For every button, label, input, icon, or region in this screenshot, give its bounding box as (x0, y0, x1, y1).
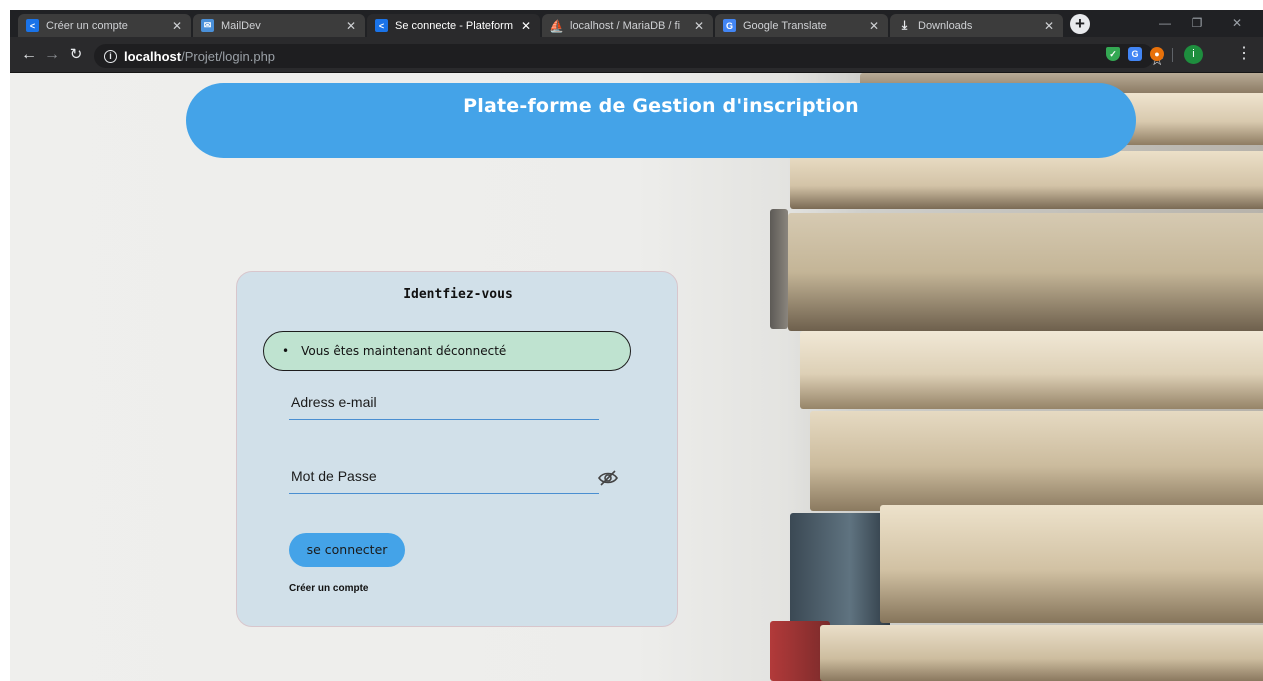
page-title: Plate-forme de Gestion d'inscription (463, 95, 859, 117)
password-label: Mot de Passe (291, 468, 377, 484)
eye-off-icon[interactable] (597, 470, 619, 486)
shield-extension-icon[interactable]: ✓ (1106, 47, 1120, 61)
restore-icon[interactable]: ❐ (1182, 10, 1212, 36)
code-icon: < (375, 19, 388, 32)
info-icon[interactable]: i (104, 49, 117, 63)
back-arrow-icon[interactable]: ← (20, 46, 38, 64)
browser-window: < Créer un compte ✕ ✉ MailDev ✕ < Se con… (10, 10, 1263, 681)
tab-se-connecte[interactable]: < Se connecte - Plateform ✕ (367, 14, 540, 37)
phpmyadmin-icon: ⛵ (549, 18, 564, 33)
url-path: /Projet/login.php (181, 48, 276, 64)
fox-extension-icon[interactable]: ● (1150, 47, 1164, 61)
login-button[interactable]: se connecter (289, 533, 405, 567)
close-window-icon[interactable]: ✕ (1222, 10, 1252, 36)
close-icon[interactable]: ✕ (520, 19, 532, 33)
email-label: Adress e-mail (291, 394, 377, 410)
tab-phpmyadmin[interactable]: ⛵ localhost / MariaDB / fi ✕ (542, 14, 713, 37)
close-icon[interactable]: ✕ (1043, 19, 1055, 33)
close-icon[interactable]: ✕ (171, 19, 183, 33)
tab-title: localhost / MariaDB / fi (570, 19, 681, 32)
tab-google-translate[interactable]: G Google Translate ✕ (715, 14, 888, 37)
address-bar[interactable]: i localhost/Projet/login.php ☆ (94, 44, 1164, 69)
tab-title: Downloads (918, 19, 973, 32)
download-icon: ⤓ (901, 18, 908, 32)
code-icon: < (26, 19, 39, 32)
tab-maildev[interactable]: ✉ MailDev ✕ (193, 14, 365, 37)
create-account-link[interactable]: Créer un compte (289, 583, 368, 594)
tab-title: Créer un compte (46, 19, 128, 32)
close-icon[interactable]: ✕ (868, 19, 880, 33)
tab-downloads[interactable]: ⤓ Downloads ✕ (890, 14, 1063, 37)
tab-title: MailDev (221, 19, 261, 32)
browser-toolbar: ← → ↻ i localhost/Projet/login.php ☆ ✓ G… (10, 37, 1263, 73)
tab-creer-compte[interactable]: < Créer un compte ✕ (18, 14, 191, 37)
translate-extension-icon[interactable]: G (1128, 47, 1142, 61)
login-heading: Identfiez-vous (403, 287, 513, 302)
header-banner: Plate-forme de Gestion d'inscription (186, 83, 1136, 158)
tab-strip: < Créer un compte ✕ ✉ MailDev ✕ < Se con… (10, 10, 1263, 37)
close-icon[interactable]: ✕ (345, 19, 357, 33)
reload-icon[interactable]: ↻ (67, 46, 85, 64)
url-host: localhost (124, 48, 182, 64)
toolbar-divider (1172, 48, 1173, 62)
email-field[interactable]: Adress e-mail (289, 386, 599, 420)
forward-arrow-icon[interactable]: → (43, 46, 61, 64)
books-background-image (770, 73, 1263, 681)
flash-message-text: Vous êtes maintenant déconnecté (301, 344, 507, 358)
minimize-icon[interactable]: — (1150, 10, 1180, 36)
login-card: Identfiez-vous • Vous êtes maintenant dé… (236, 271, 678, 627)
password-field[interactable]: Mot de Passe (289, 460, 599, 494)
translate-icon: G (723, 19, 736, 32)
menu-kebab-icon[interactable]: ⋮ (1236, 44, 1252, 64)
profile-avatar[interactable]: i (1184, 45, 1203, 64)
logout-flash-message: • Vous êtes maintenant déconnecté (263, 331, 631, 371)
tab-title: Se connecte - Plateform (395, 19, 514, 32)
new-tab-button[interactable]: + (1070, 14, 1090, 34)
page-content: Plate-forme de Gestion d'inscription Ide… (10, 73, 1263, 681)
bullet-icon: • (282, 344, 290, 358)
mail-icon: ✉ (201, 19, 214, 32)
close-icon[interactable]: ✕ (693, 19, 705, 33)
tab-title: Google Translate (743, 19, 827, 32)
